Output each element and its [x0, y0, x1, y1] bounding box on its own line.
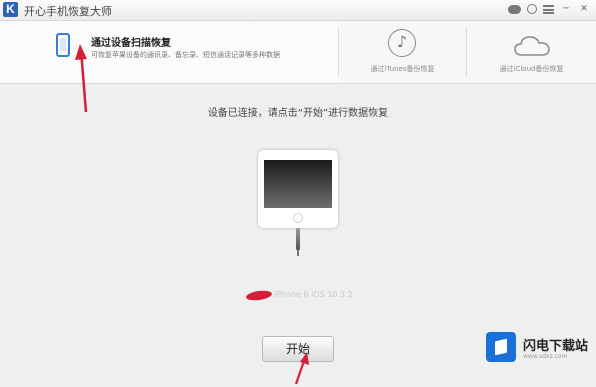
site-watermark: 闪电下载站 www.sdxz.com — [484, 332, 592, 364]
window-controls: ─ ✕ — [508, 4, 590, 15]
tab-device-title: 通过设备扫描恢复 — [91, 38, 171, 49]
tab-icloud-label: 通过iCloud备份恢复 — [499, 65, 564, 73]
start-button[interactable]: 开始 — [262, 336, 334, 362]
chat-icon[interactable] — [527, 4, 537, 14]
phone-icon — [56, 33, 70, 57]
home-button-graphic — [293, 213, 303, 223]
close-icon[interactable]: ✕ — [578, 4, 590, 15]
title-bar: K 开心手机恢复大师 ─ ✕ — [0, 0, 596, 21]
cable-icon — [296, 228, 300, 256]
music-note-icon: ♪ — [388, 29, 416, 57]
tab-itunes-backup[interactable]: ♪ 通过iTunes备份恢复 — [339, 21, 466, 83]
connection-instruction: 设备已连接，请点击“开始”进行数据恢复 — [207, 108, 389, 119]
red-annotation-mark — [245, 289, 273, 302]
tab-itunes-label: 通过iTunes备份恢复 — [370, 65, 435, 73]
watermark-logo-icon — [486, 332, 516, 362]
device-info: iPhone 6 iOS 10.3.2 — [274, 290, 353, 299]
watermark-brand: 闪电下载站 — [523, 339, 589, 354]
wechat-icon[interactable] — [508, 5, 521, 14]
tab-device-scan[interactable]: 通过设备扫描恢复 可恢复苹果设备的通讯录、备忘录、短信通话记录等多种数据 — [0, 21, 338, 83]
menu-icon[interactable] — [543, 5, 554, 14]
app-logo: K — [3, 2, 18, 17]
cloud-icon — [514, 36, 550, 56]
recovery-mode-tabs: 通过设备扫描恢复 可恢复苹果设备的通讯录、备忘录、短信通话记录等多种数据 ♪ 通… — [0, 21, 596, 84]
minimize-icon[interactable]: ─ — [560, 4, 572, 15]
tab-icloud-backup[interactable]: 通过iCloud备份恢复 — [467, 21, 596, 83]
device-screen — [264, 160, 332, 208]
device-illustration — [258, 150, 338, 228]
tab-device-description: 可恢复苹果设备的通讯录、备忘录、短信通话记录等多种数据 — [91, 51, 280, 59]
watermark-url: www.sdxz.com — [523, 353, 568, 360]
app-title: 开心手机恢复大师 — [24, 5, 112, 18]
